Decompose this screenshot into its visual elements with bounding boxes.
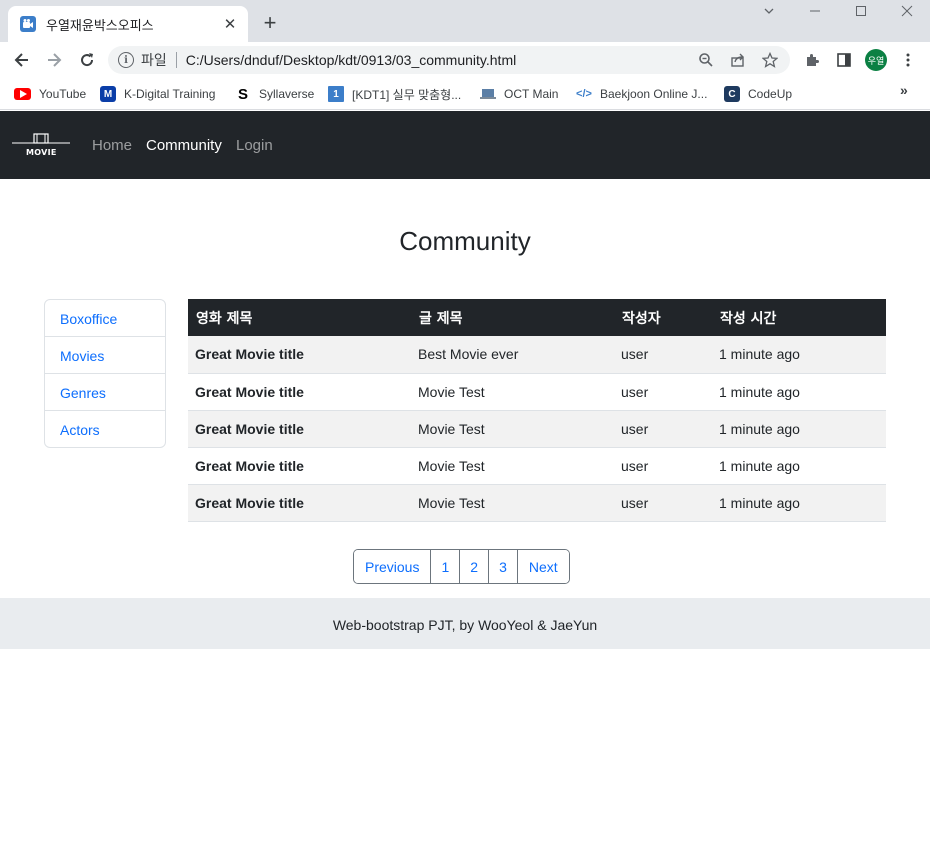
kdt-icon: 1 [328,86,344,102]
bookmark-k-digital[interactable]: M K-Digital Training [100,83,215,105]
page-title: Community [399,226,531,256]
brand-text: MOVIE [26,148,57,157]
file-label: 파일 [141,52,167,68]
share-icon[interactable] [726,48,750,72]
page-3-button[interactable]: 3 [488,550,517,583]
browser-tabstrip: 우열재윤박스오피스 ✕ + [0,0,930,42]
side-panel-icon[interactable] [832,48,856,72]
info-icon[interactable]: i [118,52,134,68]
sidebar-item-boxoffice[interactable]: Boxoffice [45,300,165,337]
code-icon: </> [576,88,592,100]
cell-time: 1 minute ago [712,336,886,374]
extensions-icon[interactable] [800,48,824,72]
bookmarks-more-chevron-icon[interactable]: » [900,82,908,98]
cell-post-title: Movie Test [411,484,614,522]
movie-logo[interactable]: MOVIE [12,132,70,158]
table-row[interactable]: Great Movie title Movie Test user 1 minu… [188,373,886,411]
table-row[interactable]: Great Movie title Movie Test user 1 minu… [188,484,886,522]
cell-post-title: Best Movie ever [411,336,614,374]
bookmark-label: CodeUp [748,87,793,101]
community-table: 영화 제목 글 제목 작성자 작성 시간 Great Movie title B… [188,299,886,522]
cell-post-title: Movie Test [411,410,614,448]
bookmarks-bar: YouTube M K-Digital Training S Syllavers… [0,78,930,110]
table-row[interactable]: Great Movie title Movie Test user 1 minu… [188,410,886,448]
cell-movie-title: Great Movie title [188,484,411,522]
bookmark-label: K-Digital Training [124,87,216,101]
cell-time: 1 minute ago [712,410,886,448]
cell-author: user [614,447,712,485]
nav-community[interactable]: Community [146,137,222,154]
bookmark-label: OCT Main [504,87,559,101]
k-digital-icon: M [100,86,116,102]
sidebar-item-actors[interactable]: Actors [45,411,165,447]
nav-home[interactable]: Home [92,137,132,154]
table-header-row: 영화 제목 글 제목 작성자 작성 시간 [188,299,886,336]
next-page-button[interactable]: Next [516,550,569,583]
back-arrow-icon[interactable] [10,48,34,72]
page-1-button[interactable]: 1 [430,550,460,583]
cell-author: user [614,484,712,522]
syllaverse-icon: S [237,85,248,103]
browser-toolbar: i 파일 C:/Users/dnduf/Desktop/kdt/0913/03_… [0,42,930,78]
cell-post-title: Movie Test [411,373,614,411]
bookmark-label: Syllaverse [259,87,315,101]
bookmark-baekjoon[interactable]: </> Baekjoon Online J... [576,83,707,105]
bookmark-codeup[interactable]: C CodeUp [724,83,792,105]
sidebar-list: Boxoffice Movies Genres Actors [44,299,166,448]
tab-search-icon[interactable] [757,4,781,26]
cell-author: user [614,373,712,411]
cell-movie-title: Great Movie title [188,447,411,485]
camera-icon [20,16,36,32]
bookmark-kdt[interactable]: 1 [KDT1] 실무 맞춤형... [328,83,461,105]
page-2-button[interactable]: 2 [459,550,489,583]
url-text[interactable]: C:/Users/dnduf/Desktop/kdt/0913/03_commu… [186,52,694,68]
address-bar[interactable]: i 파일 C:/Users/dnduf/Desktop/kdt/0913/03_… [108,46,790,74]
previous-page-button[interactable]: Previous [354,550,431,583]
header-author: 작성자 [614,299,712,336]
cell-post-title: Movie Test [411,447,614,485]
tab-title: 우열재윤박스오피스 [46,17,154,33]
cell-time: 1 minute ago [712,373,886,411]
bookmark-label: [KDT1] 실무 맞춤형... [352,87,462,102]
new-tab-button[interactable]: + [258,12,282,36]
laptop-icon [480,86,496,102]
nav-login[interactable]: Login [236,137,273,154]
bookmark-star-icon[interactable] [758,48,782,72]
cell-time: 1 minute ago [712,447,886,485]
cell-author: user [614,410,712,448]
sidebar-item-movies[interactable]: Movies [45,337,165,374]
menu-kebab-icon[interactable] [896,48,920,72]
close-window-icon[interactable] [895,4,919,26]
site-navbar: MOVIE Home Community Login [0,111,930,179]
bookmark-oct-main[interactable]: OCT Main [480,83,558,105]
forward-arrow-icon[interactable] [42,48,66,72]
bookmark-label: YouTube [39,87,87,101]
bookmark-label: Baekjoon Online J... [600,87,708,101]
table-row[interactable]: Great Movie title Best Movie ever user 1… [188,336,886,374]
minimize-icon[interactable] [803,4,827,26]
bookmark-syllaverse[interactable]: S Syllaverse [235,83,314,105]
cell-movie-title: Great Movie title [188,410,411,448]
cell-author: user [614,336,712,374]
header-post-title: 글 제목 [411,299,614,336]
reload-icon[interactable] [75,48,99,72]
zoom-icon[interactable] [694,48,718,72]
header-time: 작성 시간 [712,299,886,336]
bookmark-youtube[interactable]: YouTube [14,83,86,105]
tab-close-icon[interactable]: ✕ [220,14,240,34]
header-movie-title: 영화 제목 [188,299,411,336]
youtube-icon [14,88,31,100]
codeup-icon: C [724,86,740,102]
browser-tab[interactable]: 우열재윤박스오피스 ✕ [8,6,248,42]
cell-movie-title: Great Movie title [188,373,411,411]
sidebar-item-genres[interactable]: Genres [45,374,165,411]
table-row[interactable]: Great Movie title Movie Test user 1 minu… [188,447,886,485]
profile-avatar[interactable]: 우열 [865,49,887,71]
omnibox-divider [175,52,177,68]
cell-movie-title: Great Movie title [188,336,411,374]
site-footer: Web-bootstrap PJT, by WooYeol & JaeYun [0,598,930,649]
cell-time: 1 minute ago [712,484,886,522]
maximize-icon[interactable] [849,4,873,26]
pagination: Previous 1 2 3 Next [353,549,570,584]
